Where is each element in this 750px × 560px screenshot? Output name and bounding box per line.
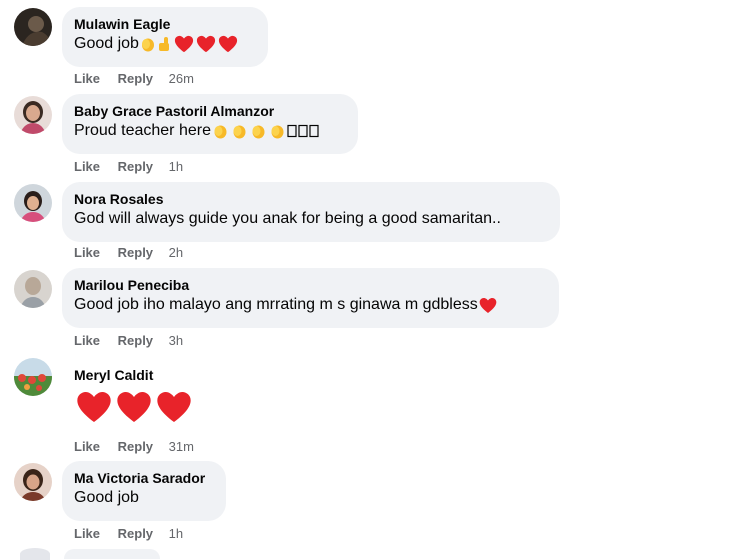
comment-text-content: Good job [74, 489, 139, 506]
comment-timestamp[interactable]: 3h [169, 333, 183, 348]
comment-actions: Like Reply 1h [74, 159, 183, 175]
heart-icon [114, 388, 154, 426]
comment-author[interactable]: Ma Victoria Sarador [74, 469, 214, 487]
clap-icon [249, 122, 268, 140]
comment-text-content: Proud teacher here [74, 122, 211, 139]
like-button[interactable]: Like [74, 333, 100, 348]
comment-timestamp[interactable]: 1h [169, 526, 183, 541]
comment-timestamp[interactable]: 1h [169, 159, 183, 174]
avatar[interactable] [14, 96, 52, 134]
comment-author[interactable]: Nora Rosales [74, 190, 548, 208]
clap-icon [268, 122, 287, 140]
comment-text: Good job [74, 33, 256, 55]
avatar[interactable] [14, 8, 52, 46]
comment-text: Good job iho malayo ang mrrating m s gin… [74, 294, 547, 316]
comment-actions: Like Reply 3h [74, 333, 183, 349]
comment-text: Proud teacher here [74, 120, 346, 142]
avatar[interactable] [14, 463, 52, 501]
comment-actions: Like Reply 1h [74, 526, 183, 542]
heart-icon [173, 34, 195, 54]
thumbs-up-icon [157, 35, 173, 53]
clap-icon [230, 122, 249, 140]
comment-bubble: Meryl Caldit [62, 360, 191, 434]
comment-text-content: God will always guide you anak for being… [74, 210, 501, 227]
reply-button[interactable]: Reply [118, 526, 153, 541]
comment-bubble: Marilou Peneciba Good job iho malayo ang… [62, 268, 559, 328]
comment-bubble: Baby Grace Pastoril Almanzor Proud teach… [62, 94, 358, 154]
avatar[interactable] [14, 184, 52, 222]
comment-bubble: Mulawin Eagle Good job [62, 7, 268, 67]
avatar[interactable] [14, 270, 52, 308]
like-button[interactable]: Like [74, 439, 100, 454]
heart-icon [478, 296, 498, 315]
missing-glyph-icon [298, 124, 309, 138]
comment-text-content: Good job iho malayo ang mrrating m s gin… [74, 296, 478, 313]
clap-icon [211, 122, 230, 140]
heart-icon [74, 388, 114, 426]
comment-actions: Like Reply 31m [74, 439, 194, 455]
comment-bubble [64, 549, 160, 559]
heart-icon [195, 34, 217, 54]
avatar[interactable] [14, 358, 52, 396]
comment-text: Good job [74, 487, 214, 509]
comment-author[interactable]: Baby Grace Pastoril Almanzor [74, 102, 346, 120]
comment-timestamp[interactable]: 31m [169, 439, 194, 454]
clap-icon [139, 35, 157, 53]
reply-button[interactable]: Reply [118, 439, 153, 454]
heart-icon [154, 388, 194, 426]
reply-button[interactable]: Reply [118, 71, 153, 86]
comment-timestamp[interactable]: 26m [169, 71, 194, 86]
like-button[interactable]: Like [74, 159, 100, 174]
comment-timestamp[interactable]: 2h [169, 245, 183, 260]
comment-actions: Like Reply 2h [74, 245, 183, 261]
heart-icon [217, 34, 239, 54]
missing-glyph-icon [309, 124, 320, 138]
comment-text [74, 388, 191, 426]
avatar[interactable] [20, 548, 50, 560]
comment-author[interactable]: Mulawin Eagle [74, 15, 256, 33]
like-button[interactable]: Like [74, 526, 100, 541]
comment-author[interactable]: Meryl Caldit [74, 366, 160, 384]
like-button[interactable]: Like [74, 245, 100, 260]
comment-bubble: Nora Rosales God will always guide you a… [62, 182, 560, 242]
comment-bubble: Ma Victoria Sarador Good job [62, 461, 226, 521]
reply-button[interactable]: Reply [118, 159, 153, 174]
missing-glyph-icon [287, 124, 298, 138]
reply-button[interactable]: Reply [118, 245, 153, 260]
comment-text-content: Good job [74, 35, 139, 52]
comment-author[interactable]: Marilou Peneciba [74, 276, 547, 294]
comment-text: God will always guide you anak for being… [74, 208, 548, 230]
like-button[interactable]: Like [74, 71, 100, 86]
comment-actions: Like Reply 26m [74, 71, 194, 87]
reply-button[interactable]: Reply [118, 333, 153, 348]
